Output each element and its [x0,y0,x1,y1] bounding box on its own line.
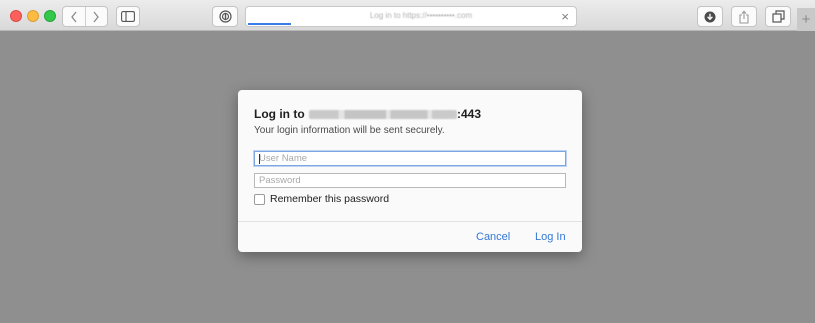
navigation-buttons [62,6,108,27]
browser-window: Log in to https://••••••••••.com × + Log… [0,0,815,323]
dialog-title: Log in to :443 [254,107,481,121]
username-placeholder: User Name [259,153,308,164]
forward-button[interactable] [84,7,108,26]
login-dialog: Log in to :443 Your login information wi… [238,90,582,252]
zoom-window-button[interactable] [44,10,56,22]
download-icon [704,11,716,22]
downloads-button[interactable] [697,6,723,27]
address-url: Log in to https://••••••••••.com [369,11,473,20]
stop-loading-icon[interactable]: × [561,9,569,24]
sidebar-icon [121,11,135,22]
login-button[interactable]: Log In [535,231,566,243]
redacted-hostname [308,110,457,119]
password-placeholder: Password [259,175,301,186]
remember-password-label[interactable]: Remember this password [270,193,389,205]
remember-password-checkbox[interactable] [254,193,265,205]
text-caret [259,154,260,164]
dialog-title-port: :443 [456,107,482,121]
minimize-window-button[interactable] [27,10,39,22]
cancel-button[interactable]: Cancel [476,231,510,243]
remember-password-row[interactable]: Remember this password [254,193,389,205]
page-load-progress [248,23,291,25]
share-button[interactable] [731,6,757,27]
shield-icon [218,10,232,23]
privacy-report-button[interactable] [212,6,238,27]
dialog-divider [238,221,582,222]
address-bar[interactable]: Log in to https://••••••••••.com × [245,6,577,27]
close-window-button[interactable] [10,10,22,22]
tabs-icon [771,10,785,23]
tabs-overview-button[interactable] [765,6,791,27]
username-field[interactable]: User Name [254,151,566,166]
chevron-right-icon [93,11,100,22]
chevron-left-icon [70,11,77,22]
new-tab-button[interactable]: + [797,8,815,31]
dialog-title-prefix: Log in to [254,107,308,121]
sidebar-button[interactable] [116,6,140,27]
password-field[interactable]: Password [254,173,566,188]
share-icon [739,10,749,24]
dialog-subtitle: Your login information will be sent secu… [254,125,445,136]
browser-toolbar: Log in to https://••••••••••.com × + [0,0,815,31]
back-button[interactable] [63,7,85,26]
